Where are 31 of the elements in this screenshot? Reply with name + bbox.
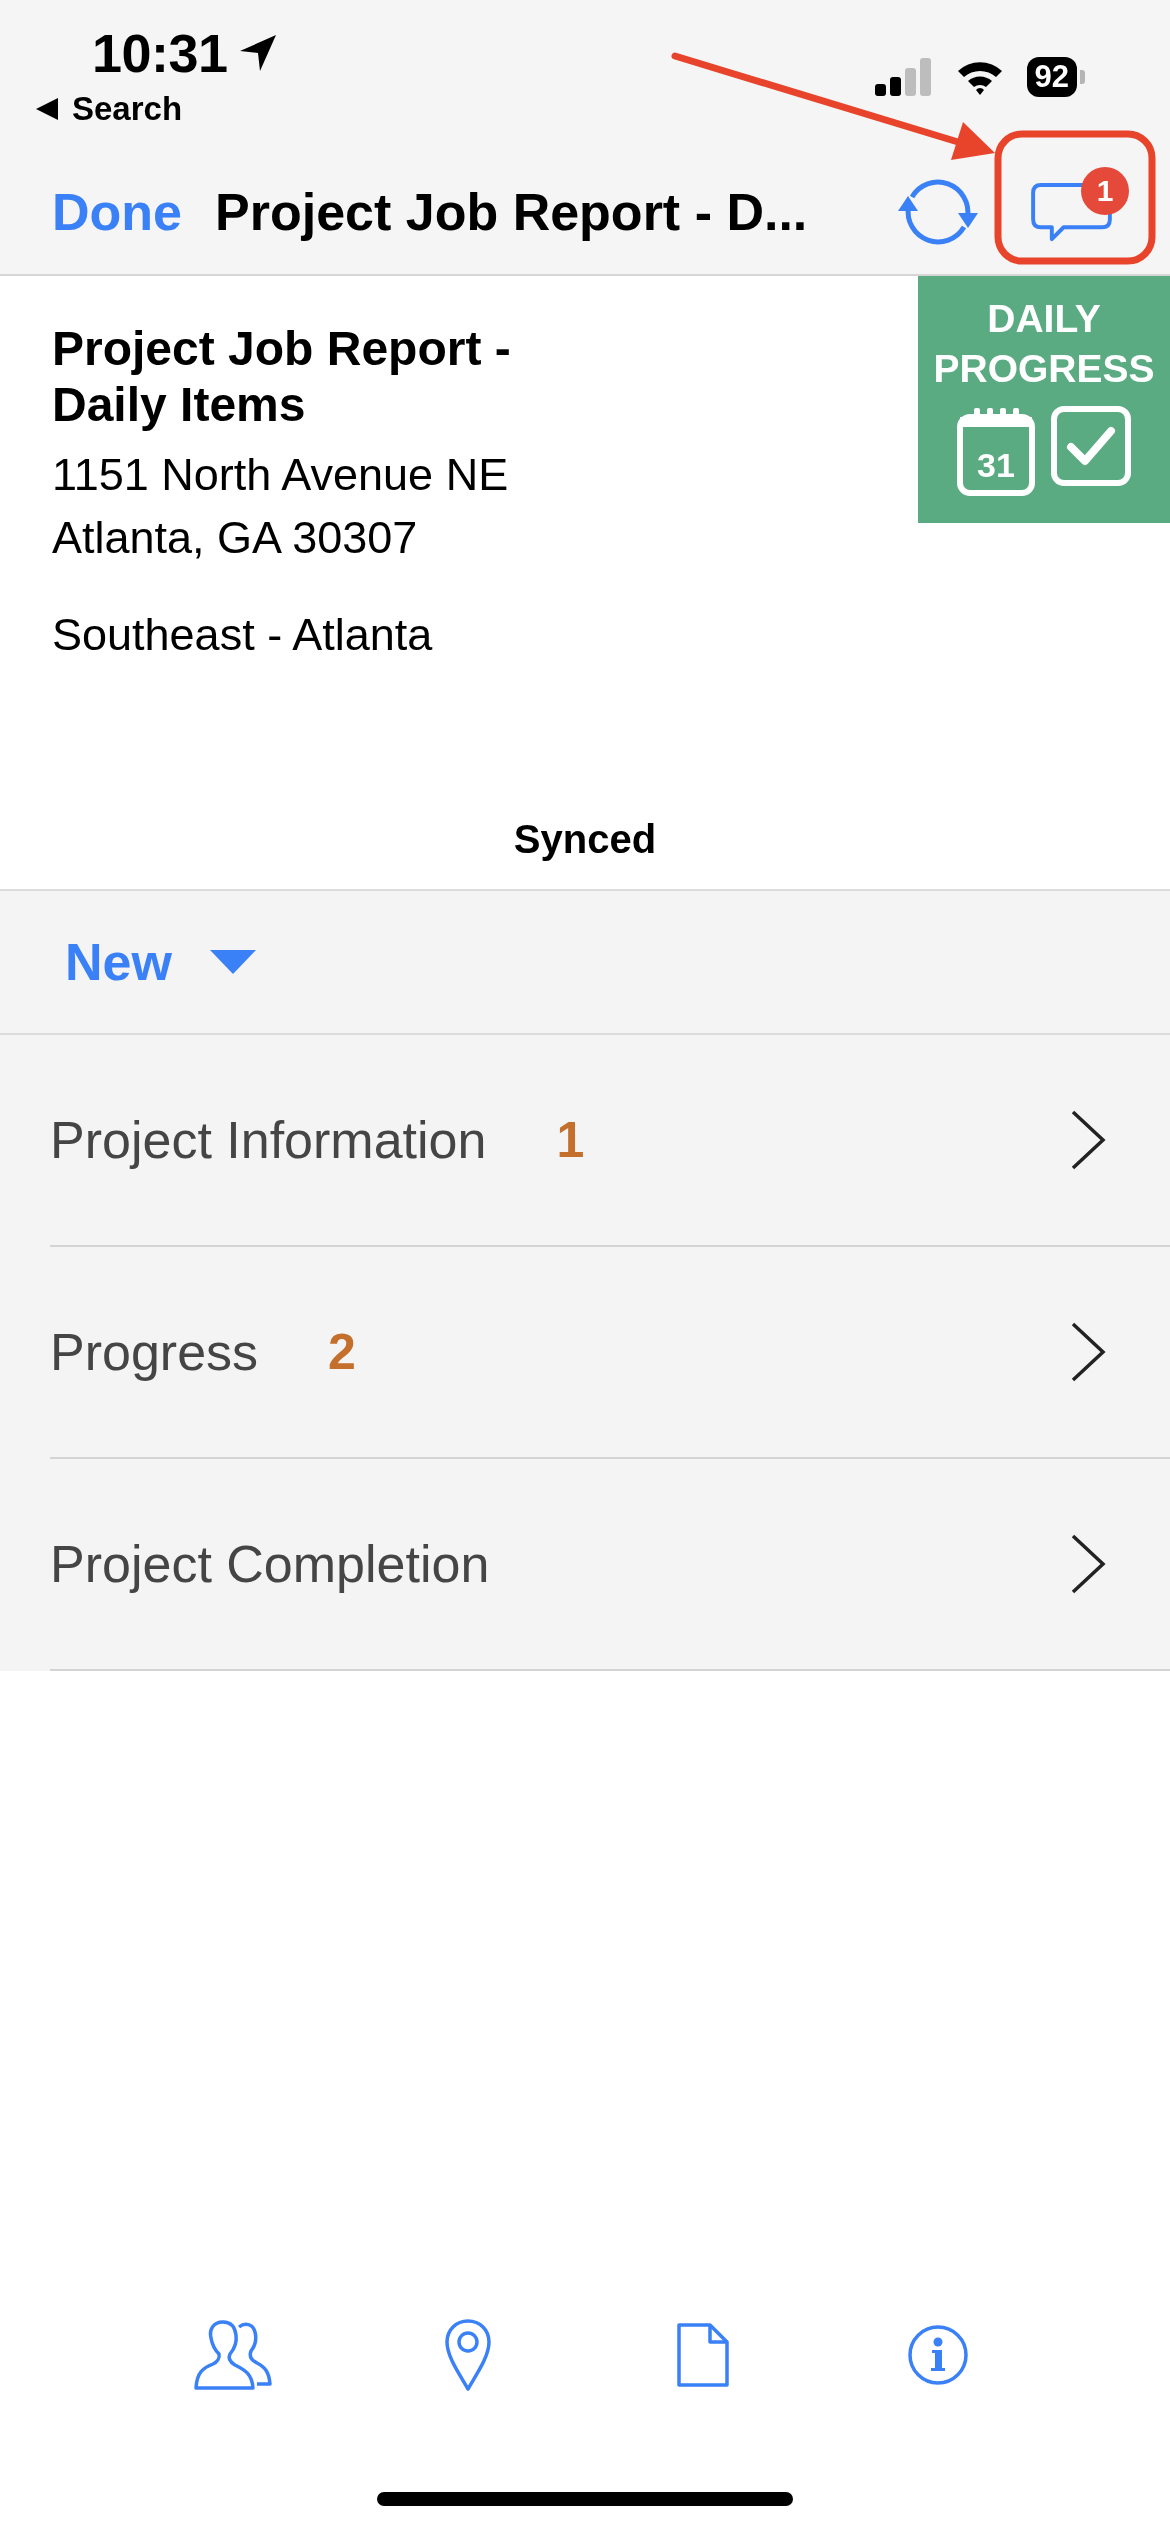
status-time: 10:31 [92,22,228,84]
item-count: 1 [556,1111,585,1170]
chevron-right-icon [1069,1109,1107,1171]
back-arrow-icon [36,98,58,120]
calendar-icon [957,406,1035,496]
location-pin-icon[interactable] [443,2318,492,2392]
people-icon[interactable] [192,2318,273,2392]
document-icon[interactable] [675,2322,730,2388]
notification-badge: 1 [1081,166,1129,215]
chevron-right-icon [1069,1321,1107,1383]
banner-text: DAILY [987,296,1101,342]
back-link[interactable]: Search [36,90,183,128]
item-count: 2 [328,1323,356,1382]
section-row[interactable]: Project Completion [50,1459,1170,1671]
section-row[interactable]: Progress 2 [50,1247,1170,1459]
section-row[interactable]: Project Information 1 [50,1035,1170,1247]
report-title: Project Job Report - Daily Items [52,321,512,433]
address-line: Atlanta, GA 30307 [52,511,419,565]
address-line: 1151 North Avenue NE [52,448,510,502]
chevron-right-icon [1069,1533,1107,1595]
sync-status: Synced [513,817,657,861]
signal-icon [874,58,933,96]
calendar-day: 31 [977,448,1015,482]
checkbox-icon [1051,406,1131,486]
banner-text: PROGRESS [933,346,1155,392]
nav-title: Project Job Report - D... [215,181,808,243]
caret-icon [209,950,256,974]
battery-tip-icon [1080,70,1085,84]
region-text: Southeast - Atlanta [52,608,434,662]
battery-percentage: 92 [1026,57,1077,97]
info-icon[interactable] [906,2324,969,2386]
